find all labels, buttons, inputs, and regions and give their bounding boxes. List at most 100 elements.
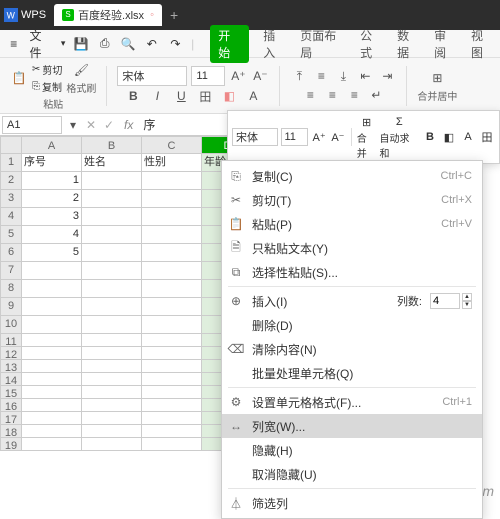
underline-button[interactable]: U	[172, 87, 190, 105]
decrease-font-icon[interactable]: A⁻	[251, 67, 269, 85]
font-select[interactable]: 宋体	[117, 66, 187, 86]
cell[interactable]	[22, 298, 82, 316]
mini-font-select[interactable]: 宋体	[232, 128, 278, 146]
cell[interactable]	[82, 412, 142, 425]
cell[interactable]	[142, 280, 202, 298]
row-header[interactable]: 19	[0, 438, 22, 451]
align-bottom-icon[interactable]: ⤓	[334, 67, 352, 85]
cell[interactable]	[22, 334, 82, 347]
insert-cols-input[interactable]	[430, 293, 460, 309]
format-painter-button[interactable]: 🖌 格式刷	[66, 61, 96, 95]
cell[interactable]	[142, 373, 202, 386]
cell[interactable]	[82, 334, 142, 347]
redo-icon[interactable]: ↷	[168, 36, 184, 52]
cell[interactable]	[82, 208, 142, 226]
mini-bold-button[interactable]: B	[422, 129, 438, 145]
cell[interactable]	[142, 399, 202, 412]
cell[interactable]	[82, 298, 142, 316]
ribbon-review[interactable]: 审阅	[434, 27, 457, 61]
cell[interactable]: 3	[22, 208, 82, 226]
row-header[interactable]: 18	[0, 425, 22, 438]
mini-increase-font-icon[interactable]: A⁺	[311, 129, 327, 145]
select-all-corner[interactable]	[0, 136, 22, 154]
row-header[interactable]: 6	[0, 244, 22, 262]
size-select[interactable]: 11	[191, 66, 225, 86]
cell[interactable]	[22, 373, 82, 386]
cell[interactable]: 序号	[22, 154, 82, 172]
cell[interactable]	[22, 412, 82, 425]
menu-paste-text[interactable]: 🗎只粘贴文本(Y)	[222, 236, 482, 260]
wrap-text-icon[interactable]: ↵	[367, 86, 385, 104]
spin-down-icon[interactable]: ▼	[462, 301, 472, 309]
menu-paste[interactable]: 📋粘贴(P)Ctrl+V	[222, 212, 482, 236]
row-header[interactable]: 13	[0, 360, 22, 373]
file-menu[interactable]: 文件	[30, 27, 53, 61]
cell[interactable]: 姓名	[82, 154, 142, 172]
cut-button[interactable]: ✂剪切	[32, 62, 62, 77]
menu-copy[interactable]: ⎘复制(C)Ctrl+C	[222, 164, 482, 188]
cell[interactable]	[82, 399, 142, 412]
preview-icon[interactable]: 🔍	[121, 36, 137, 52]
ribbon-layout[interactable]: 页面布局	[300, 27, 346, 61]
save-icon[interactable]: 💾	[73, 36, 89, 52]
undo-icon[interactable]: ↶	[144, 36, 160, 52]
cell[interactable]	[82, 373, 142, 386]
cell[interactable]	[22, 425, 82, 438]
cell[interactable]	[142, 208, 202, 226]
cell[interactable]	[142, 386, 202, 399]
menu-icon[interactable]: ≡	[6, 36, 22, 52]
cell[interactable]	[22, 316, 82, 334]
cancel-icon[interactable]: ✕	[82, 116, 100, 134]
cell[interactable]	[142, 172, 202, 190]
cell[interactable]	[82, 172, 142, 190]
font-color-button[interactable]: A	[244, 87, 262, 105]
align-middle-icon[interactable]: ≡	[312, 67, 330, 85]
mini-border-button[interactable]: 田	[479, 129, 495, 145]
cell[interactable]	[22, 347, 82, 360]
align-top-icon[interactable]: ⤒	[290, 67, 308, 85]
row-header[interactable]: 14	[0, 373, 22, 386]
row-header[interactable]: 8	[0, 280, 22, 298]
cell[interactable]	[82, 347, 142, 360]
paste-icon[interactable]: 📋	[10, 69, 28, 87]
cell[interactable]	[142, 244, 202, 262]
align-right-icon[interactable]: ≡	[345, 86, 363, 104]
menu-clear[interactable]: ⌫清除内容(N)	[222, 337, 482, 361]
cell[interactable]	[142, 412, 202, 425]
menu-insert[interactable]: ⊕ 插入(I) 列数: ▲▼	[222, 289, 482, 313]
cell[interactable]	[22, 386, 82, 399]
file-dropdown-icon[interactable]: ▾	[61, 38, 66, 49]
row-header[interactable]: 11	[0, 334, 22, 347]
document-tab[interactable]: S 百度经验.xlsx ◦	[54, 4, 162, 26]
name-dropdown-icon[interactable]: ▾	[64, 116, 82, 134]
menu-cut[interactable]: ✂剪切(T)Ctrl+X	[222, 188, 482, 212]
cell[interactable]	[82, 386, 142, 399]
cell[interactable]	[142, 360, 202, 373]
cell[interactable]	[22, 280, 82, 298]
cell[interactable]	[142, 347, 202, 360]
copy-button[interactable]: ⎘复制	[32, 79, 62, 94]
cell[interactable]: 性别	[142, 154, 202, 172]
cell[interactable]: 4	[22, 226, 82, 244]
row-header[interactable]: 1	[0, 154, 22, 172]
italic-button[interactable]: I	[148, 87, 166, 105]
row-header[interactable]: 5	[0, 226, 22, 244]
print-icon[interactable]: ⎙	[97, 36, 113, 52]
menu-delete[interactable]: 删除(D)	[222, 313, 482, 337]
formula-input[interactable]: 序	[139, 116, 159, 133]
indent-right-icon[interactable]: ⇥	[378, 67, 396, 85]
row-header[interactable]: 7	[0, 262, 22, 280]
new-tab-button[interactable]: +	[170, 7, 178, 23]
confirm-icon[interactable]: ✓	[100, 116, 118, 134]
cell[interactable]	[82, 360, 142, 373]
row-header[interactable]: 4	[0, 208, 22, 226]
mini-decrease-font-icon[interactable]: A⁻	[330, 129, 346, 145]
align-left-icon[interactable]: ≡	[301, 86, 319, 104]
cell[interactable]: 1	[22, 172, 82, 190]
cell[interactable]	[142, 190, 202, 208]
bold-button[interactable]: B	[124, 87, 142, 105]
cell[interactable]	[142, 262, 202, 280]
name-box[interactable]: A1	[2, 116, 62, 134]
col-header-C[interactable]: C	[142, 136, 202, 154]
ribbon-view[interactable]: 视图	[471, 27, 494, 61]
